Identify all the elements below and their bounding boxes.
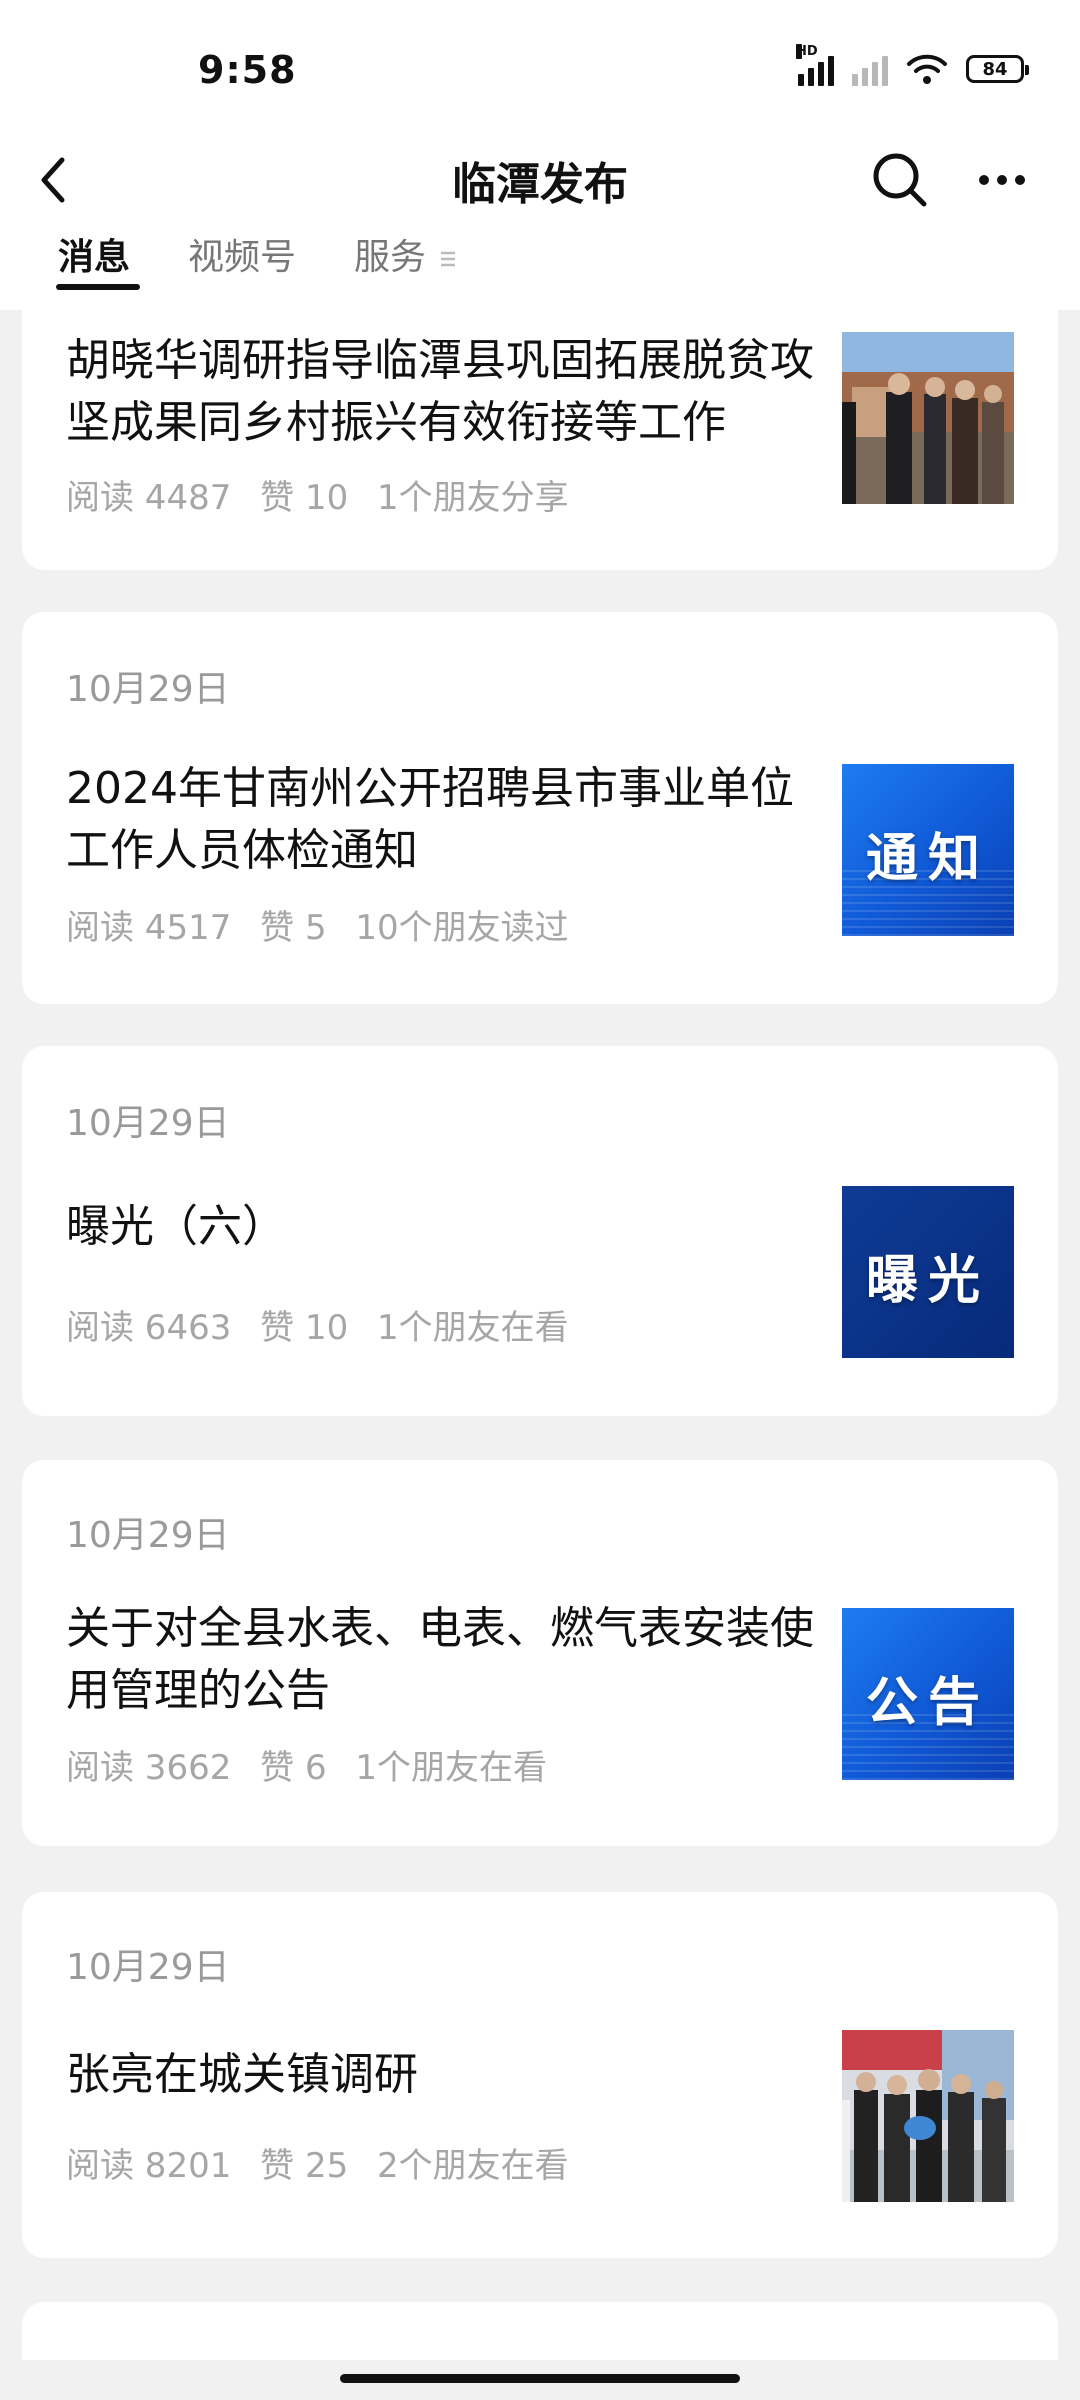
article-title[interactable]: 关于对全县水表、电表、燃气表安装使用管理的公告 <box>66 1598 826 1722</box>
article-thumbnail[interactable]: 公告 <box>842 1608 1014 1780</box>
article-meta: 阅读 4517 赞 5 10个朋友读过 <box>66 900 587 949</box>
tab-channels[interactable]: 视频号 <box>188 230 296 310</box>
article-thumbnail[interactable]: 曝光 <box>842 1186 1014 1358</box>
read-count: 阅读 4487 <box>66 478 232 518</box>
battery-level: 84 <box>982 58 1008 80</box>
hd-label: HD <box>796 44 818 59</box>
article-card[interactable]: 胡晓华调研指导临潭县巩固拓展脱贫攻坚成果同乡村振兴有效衔接等工作 阅读 4487… <box>22 310 1058 570</box>
article-thumbnail[interactable] <box>842 332 1014 504</box>
home-indicator[interactable] <box>340 2374 740 2383</box>
read-count: 阅读 4517 <box>66 908 232 948</box>
article-date: 10月29日 <box>66 669 230 710</box>
article-title[interactable]: 曝光（六） <box>66 1196 826 1258</box>
article-date: 10月29日 <box>66 1515 230 1556</box>
article-thumbnail[interactable]: 通知 <box>842 764 1014 936</box>
article-title[interactable]: 2024年甘南州公开招聘县市事业单位工作人员体检通知 <box>66 758 826 882</box>
article-card[interactable]: 10月29日 关于对全县水表、电表、燃气表安装使用管理的公告 阅读 3662 赞… <box>22 1460 1058 1846</box>
status-time: 9:58 <box>198 48 297 92</box>
friend-activity: 1个朋友在看 <box>377 1308 569 1348</box>
like-count: 赞 25 <box>260 2146 349 2186</box>
wifi-icon <box>907 54 947 84</box>
article-card[interactable]: 10月29日 张亮在城关镇调研 阅读 8201 赞 25 2个朋友在看 <box>22 1892 1058 2258</box>
article-meta: 阅读 6463 赞 10 1个朋友在看 <box>66 1300 587 1349</box>
search-icon[interactable] <box>862 142 938 218</box>
friend-activity: 10个朋友读过 <box>355 908 569 948</box>
back-icon[interactable] <box>28 142 104 218</box>
tab-services[interactable]: 服务 <box>354 230 426 310</box>
nav-bar: 临潭发布 <box>0 130 1080 230</box>
more-icon[interactable] <box>964 142 1040 218</box>
article-date: 10月29日 <box>66 1103 230 1144</box>
like-count: 赞 10 <box>260 478 349 518</box>
article-meta: 阅读 4487 赞 10 1个朋友分享 <box>66 470 587 519</box>
like-count: 赞 5 <box>260 908 327 948</box>
article-meta: 阅读 8201 赞 25 2个朋友在看 <box>66 2138 587 2187</box>
like-count: 赞 6 <box>260 1748 327 1788</box>
menu-icon[interactable] <box>438 244 458 274</box>
article-date: 10月29日 <box>66 1947 230 1988</box>
status-icons: HD 84 <box>796 44 1029 86</box>
article-card[interactable]: 10月29日 2024年甘南州公开招聘县市事业单位工作人员体检通知 阅读 451… <box>22 612 1058 1004</box>
read-count: 阅读 3662 <box>66 1748 232 1788</box>
article-title[interactable]: 胡晓华调研指导临潭县巩固拓展脱贫攻坚成果同乡村振兴有效衔接等工作 <box>66 330 826 454</box>
article-title[interactable]: 张亮在城关镇调研 <box>66 2044 826 2106</box>
article-meta: 阅读 3662 赞 6 1个朋友在看 <box>66 1740 565 1789</box>
friend-activity: 2个朋友在看 <box>377 2146 569 2186</box>
tab-messages[interactable]: 消息 <box>58 230 130 310</box>
thumbnail-label: 通知 <box>865 829 990 889</box>
active-tab-indicator <box>56 284 140 290</box>
article-card[interactable] <box>22 2302 1058 2360</box>
battery-icon: 84 <box>966 55 1029 83</box>
friend-activity: 1个朋友在看 <box>355 1748 548 1788</box>
article-thumbnail[interactable] <box>842 2030 1014 2202</box>
status-bar: 9:58 HD 84 <box>0 0 1080 130</box>
read-count: 阅读 8201 <box>66 2146 232 2186</box>
like-count: 赞 10 <box>260 1308 349 1348</box>
tab-bar: 消息 视频号 服务 <box>0 230 1080 310</box>
article-card[interactable]: 10月29日 曝光（六） 阅读 6463 赞 10 1个朋友在看 曝光 <box>22 1046 1058 1416</box>
thumbnail-label: 公告 <box>865 1673 990 1733</box>
article-feed[interactable]: 胡晓华调研指导临潭县巩固拓展脱贫攻坚成果同乡村振兴有效衔接等工作 阅读 4487… <box>0 310 1080 2360</box>
read-count: 阅读 6463 <box>66 1308 232 1348</box>
cellular-signal-icon: HD <box>796 44 834 86</box>
friend-activity: 1个朋友分享 <box>377 478 569 518</box>
thumbnail-label: 曝光 <box>865 1251 990 1311</box>
cellular-signal-2-icon <box>852 52 888 86</box>
